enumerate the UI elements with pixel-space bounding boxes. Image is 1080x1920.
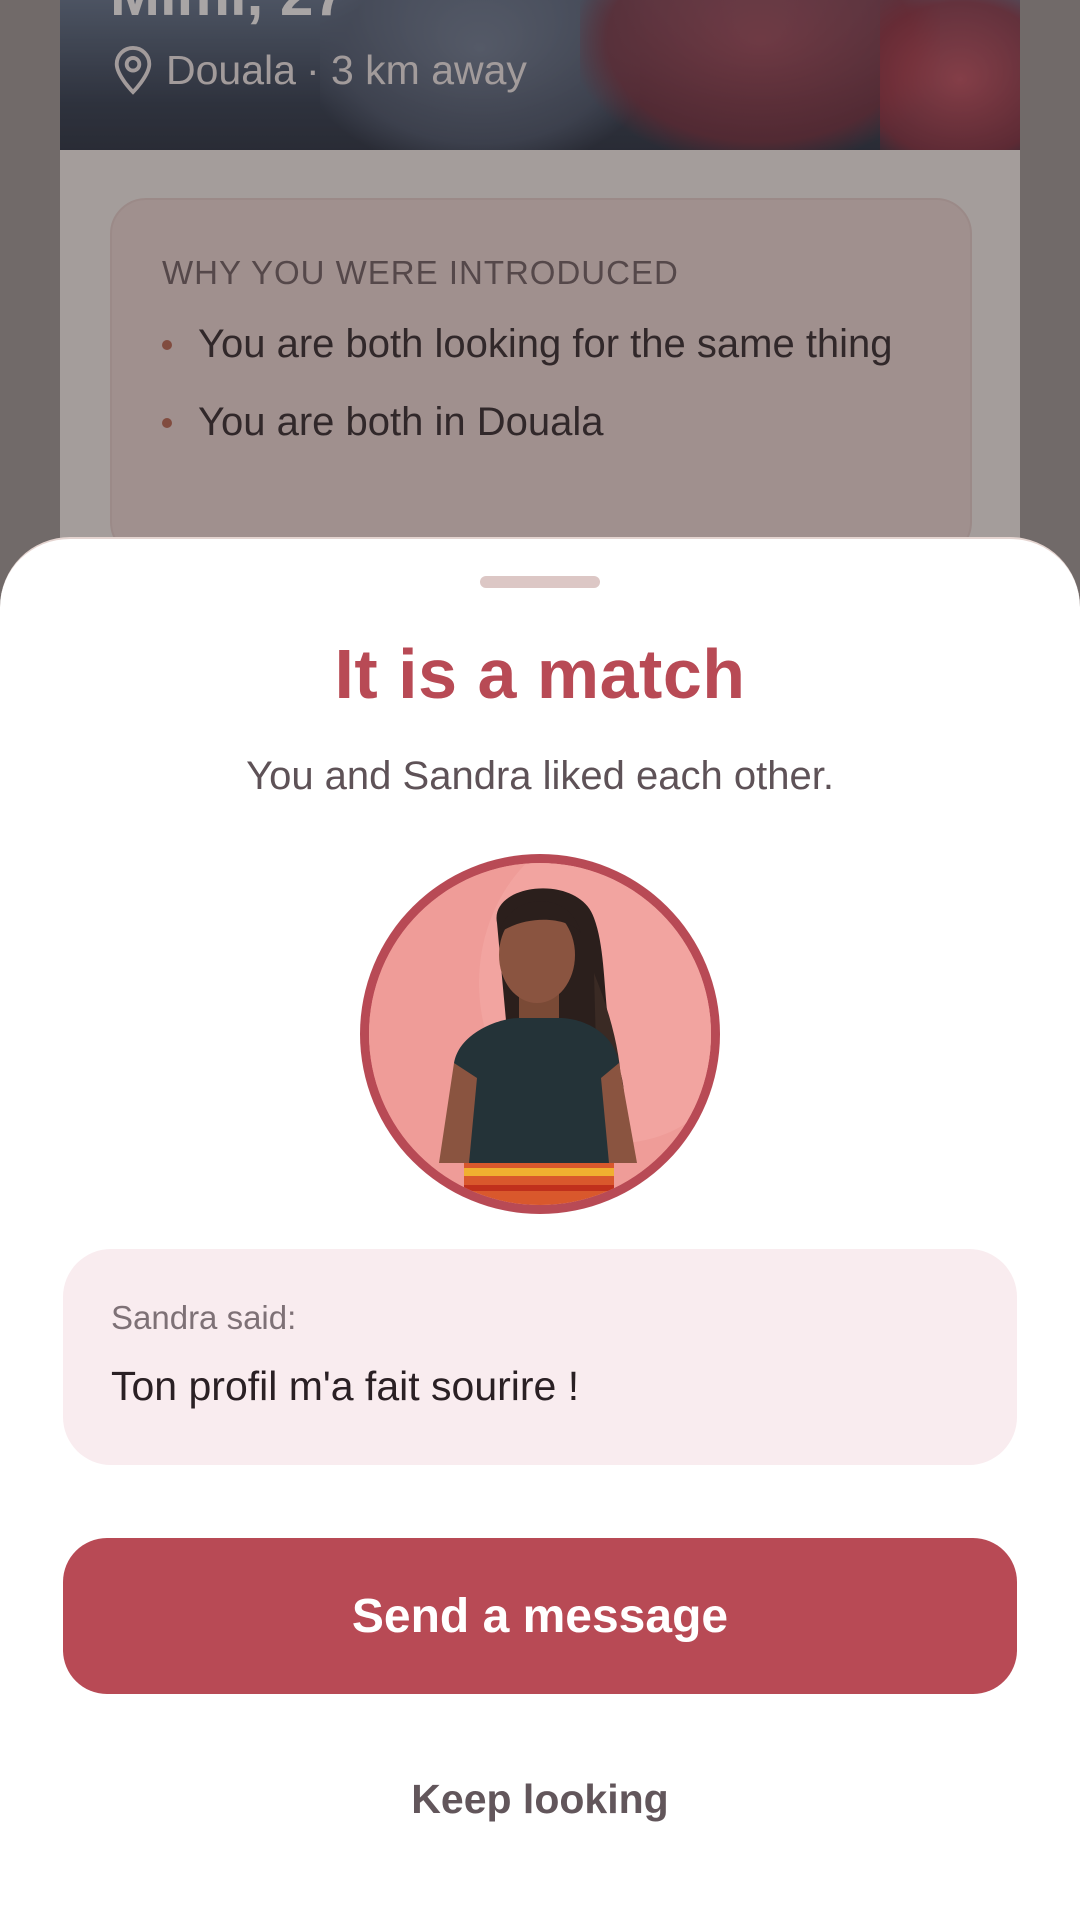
match-quote-card: Sandra said: Ton profil m'a fait sourire… xyxy=(63,1249,1017,1465)
match-avatar-photo xyxy=(369,863,711,1205)
person-portrait-icon xyxy=(369,863,711,1205)
sheet-drag-handle[interactable] xyxy=(480,576,600,588)
match-subtitle: You and Sandra liked each other. xyxy=(246,754,834,798)
quote-text: Ton profil m'a fait sourire ! xyxy=(111,1363,580,1409)
match-avatar xyxy=(360,854,720,1214)
match-title: It is a match xyxy=(334,635,746,713)
keep-looking-button[interactable]: Keep looking xyxy=(340,1764,740,1834)
send-message-button[interactable]: Send a message xyxy=(63,1538,1017,1694)
quote-label: Sandra said: xyxy=(111,1299,297,1336)
match-bottom-sheet: It is a match You and Sandra liked each … xyxy=(0,537,1080,1920)
